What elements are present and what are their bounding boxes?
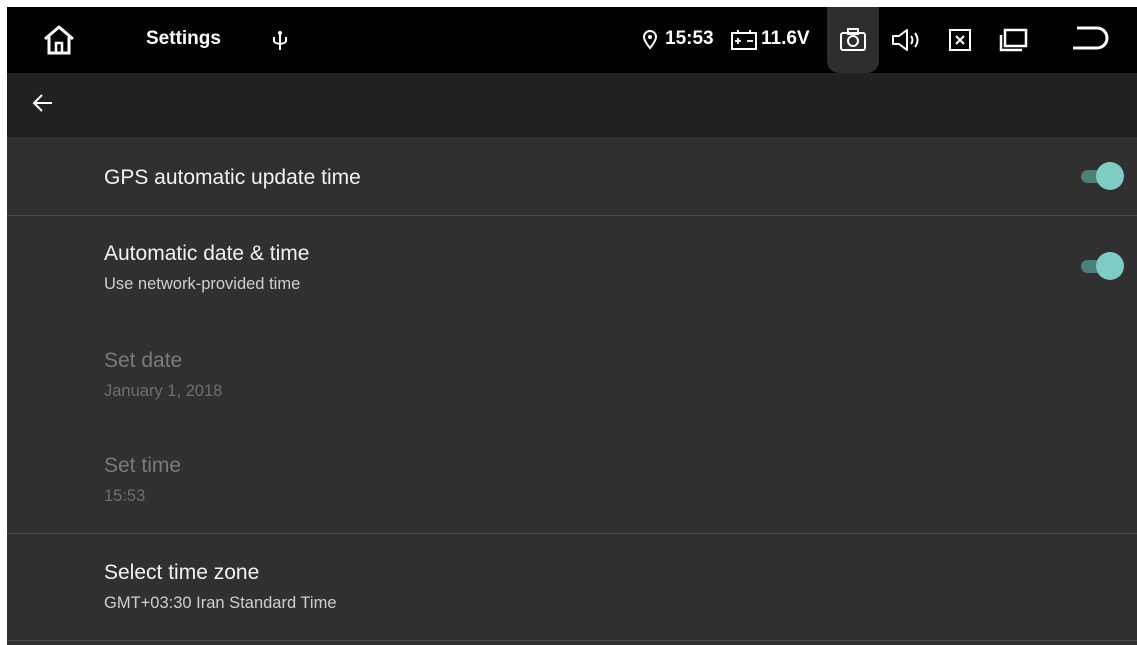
setting-summary: Use network-provided time	[104, 275, 301, 293]
automatic-date-time-toggle[interactable]	[1079, 251, 1125, 281]
home-button[interactable]	[37, 20, 81, 60]
volume-icon	[890, 27, 922, 53]
status-bar: Settings 15:53 11.6V	[7, 7, 1137, 73]
recent-apps-button[interactable]	[995, 24, 1031, 56]
setting-summary: GMT+03:30 Iran Standard Time	[104, 594, 337, 612]
setting-set-date: Set date January 1, 2018	[7, 324, 1137, 430]
usb-icon	[269, 29, 291, 53]
gps-update-toggle[interactable]	[1079, 161, 1125, 191]
toggle-thumb	[1096, 162, 1124, 190]
setting-time-zone[interactable]: Select time zone GMT+03:30 Iran Standard…	[7, 534, 1137, 640]
app-title: Settings	[146, 28, 221, 49]
close-button[interactable]	[944, 24, 976, 56]
home-icon	[41, 24, 77, 56]
setting-title: Set time	[104, 454, 182, 477]
voltage-readout: 11.6V	[761, 28, 810, 49]
close-icon	[948, 28, 972, 52]
back-icon	[1069, 25, 1109, 55]
camera-icon	[839, 28, 867, 52]
toolbar	[7, 73, 1137, 137]
volume-button[interactable]	[889, 24, 923, 56]
recent-apps-icon	[998, 28, 1028, 52]
setting-summary: January 1, 2018	[104, 382, 223, 400]
screenshot-button[interactable]	[827, 7, 879, 73]
setting-title: GPS automatic update time	[104, 166, 361, 189]
setting-set-time: Set time 15:53	[7, 430, 1137, 533]
setting-title: Set date	[104, 349, 183, 372]
battery-icon	[728, 28, 760, 52]
setting-title: Automatic date & time	[104, 242, 310, 265]
setting-automatic-date-time[interactable]: Automatic date & time Use network-provid…	[7, 216, 1137, 324]
navigate-up-button[interactable]	[27, 91, 59, 119]
setting-summary: 15:53	[104, 487, 146, 505]
setting-gps-update-time[interactable]: GPS automatic update time	[7, 137, 1137, 215]
setting-title: Select time zone	[104, 561, 260, 584]
location-icon	[641, 29, 659, 51]
toggle-thumb	[1096, 252, 1124, 280]
status-clock: 15:53	[665, 28, 714, 49]
divider	[7, 640, 1137, 641]
back-button[interactable]	[1066, 22, 1112, 58]
arrow-back-icon	[32, 93, 54, 118]
settings-screen: Settings 15:53 11.6V GPS automatic updat…	[7, 7, 1137, 645]
